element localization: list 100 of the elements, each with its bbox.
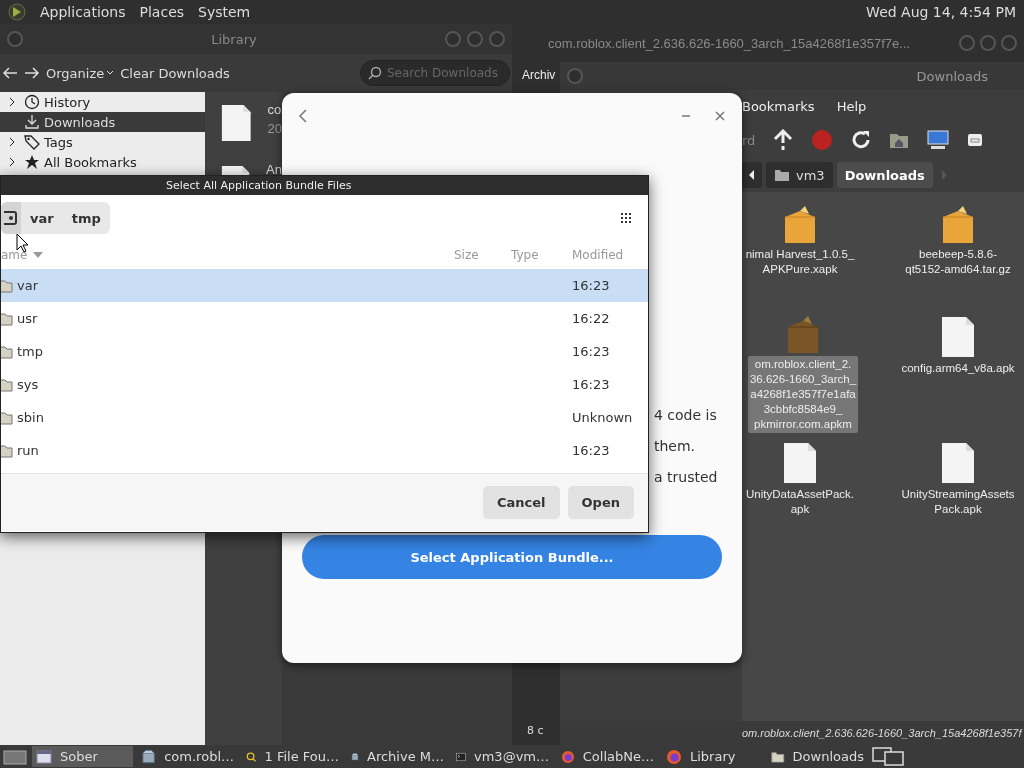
minimize-icon[interactable]: [680, 114, 692, 118]
forward-icon[interactable]: [24, 66, 40, 80]
computer-icon[interactable]: [927, 130, 950, 150]
taskbar-item[interactable]: Sober: [32, 746, 133, 767]
folder-icon: [1, 344, 13, 359]
sidebar-item[interactable]: History: [0, 92, 205, 112]
package-icon: [785, 316, 821, 354]
file-name[interactable]: nimal Harvest_1.0.5_ APKPure.xapk: [743, 246, 857, 278]
panel-menu[interactable]: System: [198, 4, 251, 20]
path-left-icon[interactable]: [742, 162, 762, 188]
browser-icon: [561, 748, 575, 765]
file-name[interactable]: beebeep-5.8.6- qt5152-amd64.tar.gz: [903, 246, 1013, 278]
file-row[interactable]: tmp 16:23: [1, 335, 648, 368]
modified-time: 16:23: [572, 443, 611, 458]
star-icon: [24, 154, 40, 170]
panel-menu[interactable]: Places: [139, 4, 185, 20]
folder-icon: [1, 410, 13, 425]
close-icon[interactable]: [714, 110, 726, 122]
document-icon: [941, 316, 975, 358]
modified-time: 16:23: [572, 344, 611, 359]
caret-icon: [106, 70, 115, 76]
taskbar-item[interactable]: Downloads: [767, 746, 868, 767]
sidebar-label: Downloads: [44, 114, 116, 130]
file-name[interactable]: config.arm64_v8a.apk: [899, 360, 1017, 377]
archive-icon: [141, 748, 157, 765]
folder-icon: [1, 377, 13, 392]
file-row[interactable]: var 16:23: [1, 269, 648, 302]
path-button[interactable]: vm3: [766, 162, 833, 188]
file-row[interactable]: sys 16:23: [1, 368, 648, 401]
sidebar-label: History: [44, 94, 91, 110]
panel-menu[interactable]: Applications: [40, 4, 126, 20]
taskbar-item[interactable]: 1 File Fou…: [242, 746, 343, 767]
dialog-button[interactable]: Open: [567, 486, 634, 519]
sidebar-label: All Bookmarks: [44, 154, 137, 170]
menu-item[interactable]: Help: [836, 98, 867, 114]
path-button[interactable]: Downloads: [836, 162, 933, 188]
select-bundle-button[interactable]: Select Application Bundle...: [302, 535, 722, 579]
description-text: 4 code is: [654, 407, 717, 423]
home-icon: [774, 168, 790, 182]
taskbar-item[interactable]: CollabNe…: [557, 746, 658, 767]
folder-icon: [771, 749, 785, 764]
file-name[interactable]: om.roblox.client_2. 36.626-1660_3arch_ a4268f1e357f7e1afa 3cbbfc8584e9_ pkmirror.com.apkm: [747, 356, 859, 433]
path-button[interactable]: var: [21, 202, 63, 234]
document-icon: [941, 442, 975, 484]
clock[interactable]: Wed Aug 14, 4:54 PM: [866, 4, 1016, 20]
file-name: usr: [17, 311, 39, 326]
show-desktop-icon[interactable]: [2, 747, 28, 766]
dialog-button[interactable]: Cancel: [483, 486, 560, 519]
monitor-icon[interactable]: [872, 746, 904, 767]
folder-icon: [1, 311, 13, 326]
download-name: An: [266, 162, 282, 177]
search-field[interactable]: Search Downloads: [360, 60, 510, 86]
window-icon: [36, 749, 52, 764]
download-name: co: [267, 102, 282, 117]
sidebar-item[interactable]: All Bookmarks: [0, 152, 205, 172]
organize-menu[interactable]: Organize: [46, 65, 115, 81]
file-row[interactable]: usr 16:22: [1, 302, 648, 335]
home-icon[interactable]: [889, 131, 910, 149]
taskbar-item[interactable]: vm3@vm…: [452, 746, 553, 767]
archive-tab[interactable]: Archiv: [522, 68, 556, 82]
drive-icon[interactable]: [1, 202, 21, 234]
grid-view-icon[interactable]: [620, 212, 632, 224]
reload-icon[interactable]: [851, 130, 872, 150]
modified-time: Unknown: [572, 410, 634, 425]
modified-time: 16:23: [572, 278, 611, 293]
file-name[interactable]: UnityDataAssetPack. apk: [744, 486, 856, 518]
taskbar-item[interactable]: Archive M…: [347, 746, 448, 767]
file-name: sbin: [17, 410, 45, 425]
clock-icon: [24, 94, 40, 110]
folder-icon: [1, 278, 13, 293]
sidebar-item[interactable]: Downloads: [0, 112, 205, 132]
back-icon[interactable]: [298, 109, 308, 123]
description-text: a trusted: [654, 469, 718, 485]
taskbar-item[interactable]: com.robl…: [137, 746, 238, 767]
document-icon: [221, 102, 252, 144]
document-icon: [783, 442, 817, 484]
menu-item[interactable]: Bookmarks: [742, 98, 815, 114]
logo-icon[interactable]: [8, 3, 26, 21]
sidebar-item[interactable]: Tags: [0, 132, 205, 152]
download-size: 20: [267, 121, 282, 136]
up-icon[interactable]: [773, 129, 794, 151]
modified-time: 16:22: [572, 311, 611, 326]
window-title: Downloads: [916, 68, 988, 84]
file-row[interactable]: run 16:23: [1, 434, 648, 467]
path-button[interactable]: tmp: [62, 202, 110, 234]
window-title: Library: [210, 31, 258, 47]
file-name: var: [17, 278, 39, 293]
sidebar-label: Tags: [44, 134, 73, 150]
clear-downloads-button[interactable]: Clear Downloads: [120, 65, 230, 81]
sort-icon: [33, 252, 44, 258]
file-row[interactable]: sbin Unknown: [1, 401, 648, 434]
taskbar-item[interactable]: Library: [662, 746, 763, 767]
drive-icon[interactable]: [967, 132, 984, 148]
package-icon: [940, 206, 976, 244]
window-title: com.roblox.client_2.636.626-1660_3arch_15a4268f1e357f7e...: [548, 35, 911, 51]
file-name: run: [17, 443, 40, 458]
description-text: them.: [654, 438, 696, 454]
cursor-icon: [16, 233, 30, 253]
file-name[interactable]: UnityStreamingAssets Pack.apk: [899, 486, 1017, 518]
download-icon: [24, 114, 40, 130]
